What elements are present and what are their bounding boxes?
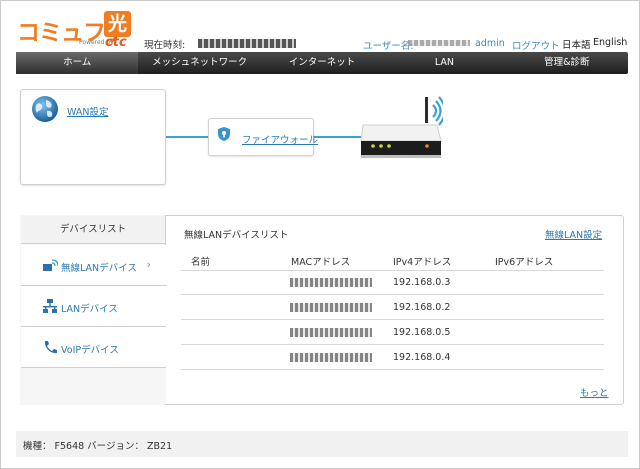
phone-icon bbox=[44, 341, 57, 354]
more-link[interactable]: もっと bbox=[580, 385, 609, 399]
chevron-right-icon: › bbox=[146, 258, 151, 271]
wireless-lan-settings-link[interactable]: 無線LAN設定 bbox=[545, 227, 602, 241]
lang-japanese[interactable]: 日本語 bbox=[562, 37, 591, 51]
shield-icon bbox=[218, 127, 230, 141]
nav-internet[interactable]: インターネット bbox=[261, 52, 383, 74]
current-time-label: 現在時刻: bbox=[144, 40, 186, 51]
sidebar-label-voip: VoIPデバイス bbox=[61, 345, 119, 356]
sidebar-label-wireless-lan: 無線LANデバイス bbox=[61, 263, 137, 274]
connector-line-fw-router bbox=[314, 136, 362, 138]
sidebar-label-lan: LANデバイス bbox=[61, 304, 118, 315]
col-name: 名前 bbox=[191, 257, 211, 268]
nav-management[interactable]: 管理&診断 bbox=[506, 52, 628, 74]
main-nav: ホーム メッシュネットワーク インターネット LAN 管理&診断 bbox=[16, 52, 628, 74]
sidebar-filler bbox=[21, 368, 166, 404]
table-row: 192.168.0.3 bbox=[181, 271, 604, 295]
user-name: admin bbox=[475, 38, 505, 49]
router-icon bbox=[360, 96, 443, 158]
table-row: 192.168.0.4 bbox=[181, 346, 604, 370]
connector-line-wan-fw bbox=[166, 136, 208, 138]
sidebar-item-lan[interactable]: LANデバイス bbox=[21, 286, 166, 327]
lang-english[interactable]: English bbox=[593, 37, 627, 48]
mac-redacted bbox=[290, 353, 372, 362]
ipv4-cell: 192.168.0.3 bbox=[393, 277, 451, 288]
sidebar-item-voip[interactable]: VoIPデバイス bbox=[21, 327, 166, 368]
nav-lan[interactable]: LAN bbox=[383, 52, 505, 74]
ipv4-cell: 192.168.0.5 bbox=[393, 327, 451, 338]
table-row: 192.168.0.5 bbox=[181, 321, 604, 345]
mac-redacted bbox=[290, 278, 372, 287]
model-version: 機種： F5648 バージョン： ZB21 bbox=[23, 441, 173, 452]
table-row: 192.168.0.2 bbox=[181, 296, 604, 320]
globe-icon bbox=[32, 96, 58, 122]
col-ipv6: IPv6アドレス bbox=[495, 257, 554, 268]
nav-home[interactable]: ホーム bbox=[16, 52, 139, 74]
mac-redacted bbox=[290, 303, 372, 312]
comufa-logo: コミュファ 光 Powered by ctc bbox=[17, 11, 135, 53]
current-time-value-redacted bbox=[198, 39, 296, 48]
ipv4-cell: 192.168.0.4 bbox=[393, 352, 451, 363]
logo-ctc: ctc bbox=[105, 35, 127, 50]
device-list-title: デバイスリスト bbox=[21, 216, 165, 244]
mac-redacted bbox=[290, 328, 372, 337]
logo-kanji: 光 bbox=[104, 11, 131, 37]
logout-link[interactable]: ログアウト bbox=[512, 38, 560, 52]
wireless-device-icon bbox=[43, 259, 58, 271]
col-ipv4: IPv4アドレス bbox=[393, 257, 452, 268]
wireless-device-list-title: 無線LANデバイスリスト bbox=[184, 230, 289, 241]
user-name-label: ユーザー名: bbox=[363, 41, 414, 52]
col-mac: MACアドレス bbox=[291, 257, 351, 268]
network-icon bbox=[43, 299, 57, 313]
sidebar-item-wireless-lan[interactable]: 無線LANデバイス › bbox=[21, 245, 167, 286]
nav-mesh-network[interactable]: メッシュネットワーク bbox=[138, 52, 260, 74]
ipv4-cell: 192.168.0.2 bbox=[393, 302, 451, 313]
user-name-redacted bbox=[408, 40, 470, 46]
firewall-link[interactable]: ファイアウォール bbox=[242, 132, 318, 146]
wan-settings-link[interactable]: WAN設定 bbox=[67, 104, 108, 118]
